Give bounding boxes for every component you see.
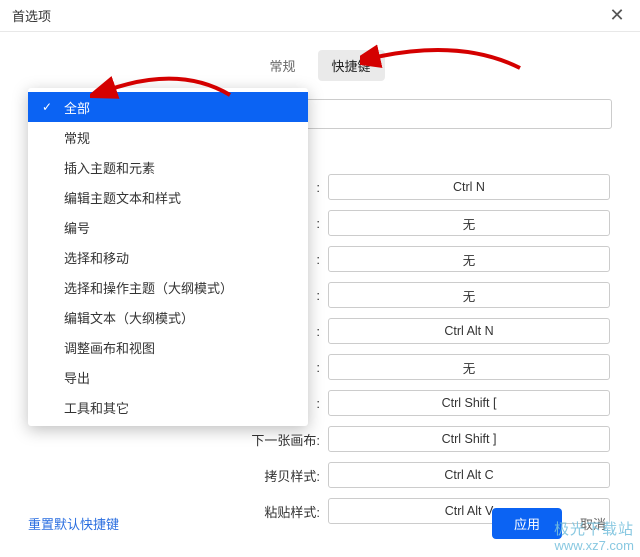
footer-buttons: 应用 取消 — [492, 508, 612, 539]
dropdown-item-adjust-canvas[interactable]: 调整画布和视图 — [28, 332, 308, 362]
cancel-button[interactable]: 取消 — [574, 508, 612, 539]
shortcut-row: 下一张画布: Ctrl Shift ] — [28, 425, 612, 453]
shortcut-value[interactable]: 无 — [328, 210, 610, 236]
shortcut-row: 拷贝样式: Ctrl Alt C — [28, 461, 612, 489]
reset-defaults-link[interactable]: 重置默认快捷键 — [28, 514, 119, 533]
shortcut-value[interactable]: 无 — [328, 246, 610, 272]
dropdown-item-export[interactable]: 导出 — [28, 362, 308, 392]
shortcut-value[interactable]: Ctrl Alt C — [328, 462, 610, 488]
watermark-line2: www.xz7.com — [554, 539, 634, 553]
dropdown-item-general[interactable]: 常规 — [28, 122, 308, 152]
category-dropdown[interactable]: 全部 常规 插入主题和元素 编辑主题文本和样式 编号 选择和移动 选择和操作主题… — [28, 88, 308, 426]
shortcut-value[interactable]: Ctrl Shift [ — [328, 390, 610, 416]
dropdown-item-select-operation[interactable]: 选择和操作主题（大纲模式） — [28, 272, 308, 302]
shortcut-value[interactable]: Ctrl Shift ] — [328, 426, 610, 452]
dropdown-item-all[interactable]: 全部 — [28, 92, 308, 122]
dropdown-item-edit-text-style[interactable]: 编辑主题文本和样式 — [28, 182, 308, 212]
tab-general[interactable]: 常规 — [255, 50, 309, 81]
close-button[interactable]: ✕ — [602, 1, 632, 31]
shortcut-value[interactable]: Ctrl Alt N — [328, 318, 610, 344]
dropdown-item-select-move[interactable]: 选择和移动 — [28, 242, 308, 272]
shortcut-label: 拷贝样式: — [28, 466, 328, 485]
shortcut-value[interactable]: 无 — [328, 354, 610, 380]
titlebar: 首选项 ✕ — [0, 0, 640, 32]
dropdown-item-insert[interactable]: 插入主题和元素 — [28, 152, 308, 182]
window-title: 首选项 — [12, 6, 51, 25]
shortcut-label: 下一张画布: — [28, 430, 328, 449]
shortcut-value[interactable]: Ctrl N — [328, 174, 610, 200]
dropdown-item-tools-other[interactable]: 工具和其它 — [28, 392, 308, 422]
apply-button[interactable]: 应用 — [492, 508, 562, 539]
footer: 重置默认快捷键 应用 取消 — [0, 508, 640, 539]
shortcut-value[interactable]: 无 — [328, 282, 610, 308]
tab-shortcuts[interactable]: 快捷键 — [318, 50, 385, 81]
preferences-window: 首选项 ✕ 常规 快捷键 : Ctrl N : 无 : 无 : 无 — [0, 0, 640, 557]
dropdown-item-edit-text-outline[interactable]: 编辑文本（大纲模式） — [28, 302, 308, 332]
dropdown-item-numbering[interactable]: 编号 — [28, 212, 308, 242]
